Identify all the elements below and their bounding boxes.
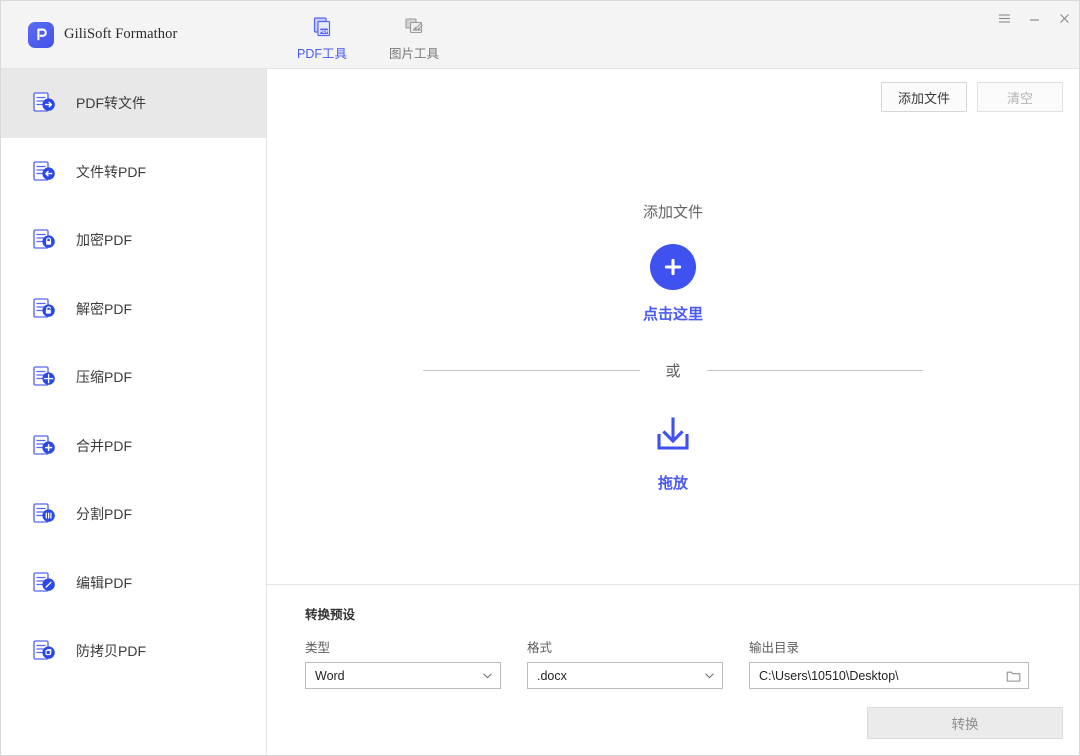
encrypt-pdf-icon	[29, 225, 59, 255]
type-label: 类型	[305, 637, 501, 656]
merge-pdf-icon	[29, 431, 59, 461]
minimize-button[interactable]	[1019, 1, 1049, 35]
pdf-tools-icon: PDF	[310, 14, 334, 40]
sidebar-item-label: 防拷贝PDF	[76, 641, 146, 661]
sidebar-item-anti-copy-pdf[interactable]: 防拷贝PDF	[1, 617, 266, 686]
menu-button[interactable]	[989, 1, 1019, 35]
sidebar-item-file-to-pdf[interactable]: 文件转PDF	[1, 138, 266, 207]
format-label: 格式	[527, 637, 723, 656]
tab-image-tools-label: 图片工具	[389, 43, 439, 62]
main-toolbar: 添加文件 清空	[267, 69, 1079, 125]
anti-copy-pdf-icon	[29, 636, 59, 666]
file-to-pdf-icon	[29, 157, 59, 187]
tab-bar: PDF PDF工具 图片工具	[289, 4, 447, 66]
divider-left	[423, 370, 640, 371]
sidebar-item-compress-pdf[interactable]: 压缩PDF	[1, 343, 266, 412]
sidebar-item-label: 分割PDF	[76, 504, 132, 524]
folder-icon[interactable]	[1006, 669, 1021, 683]
p-logo-icon	[28, 22, 54, 48]
file-drop-zone[interactable]: 添加文件 点击这里 或	[267, 125, 1079, 584]
output-dir-field: 输出目录 C:\Users\10510\Desktop\	[749, 637, 1029, 689]
format-field: 格式 .docx	[527, 637, 723, 689]
sidebar-item-label: 解密PDF	[76, 299, 132, 319]
format-select[interactable]: .docx	[527, 662, 723, 689]
type-field: 类型 Word	[305, 637, 501, 689]
decrypt-pdf-icon	[29, 294, 59, 324]
click-here-label[interactable]: 点击这里	[643, 303, 703, 324]
sidebar-item-label: 合并PDF	[76, 436, 132, 456]
sidebar: PDF转文件 文件转PDF	[1, 69, 267, 755]
settings-fields: 类型 Word 格式 .docx	[305, 637, 1079, 689]
clear-button[interactable]: 清空	[977, 82, 1063, 112]
tab-pdf-tools-label: PDF工具	[297, 43, 347, 62]
drop-label: 拖放	[658, 472, 688, 493]
app-window: GiliSoft Formathor PDF PDF工具	[0, 0, 1080, 756]
sidebar-item-decrypt-pdf[interactable]: 解密PDF	[1, 275, 266, 344]
convert-button[interactable]: 转换	[867, 707, 1063, 739]
sidebar-item-label: 文件转PDF	[76, 162, 146, 182]
split-pdf-icon	[29, 499, 59, 529]
app-title: GiliSoft Formathor	[64, 26, 177, 43]
plus-circle-icon[interactable]	[650, 244, 696, 290]
pdf-to-file-icon	[29, 88, 59, 118]
image-tools-icon	[402, 14, 426, 40]
convert-row: 转换	[305, 689, 1079, 755]
edit-pdf-icon	[29, 568, 59, 598]
output-dir-input[interactable]: C:\Users\10510\Desktop\	[749, 662, 1029, 689]
body: PDF转文件 文件转PDF	[1, 69, 1079, 755]
chevron-down-icon	[704, 670, 715, 681]
window-controls	[989, 1, 1079, 35]
output-dir-value: C:\Users\10510\Desktop\	[759, 669, 1006, 683]
main-panel: 添加文件 清空 添加文件 点击这里 或	[267, 69, 1079, 755]
drop-zone-title: 添加文件	[643, 201, 703, 222]
tab-image-tools[interactable]: 图片工具	[381, 12, 447, 66]
type-value: Word	[315, 669, 482, 683]
tab-pdf-tools[interactable]: PDF PDF工具	[289, 12, 355, 66]
brand: GiliSoft Formathor	[1, 1, 267, 68]
divider-right	[707, 370, 924, 371]
sidebar-item-label: 加密PDF	[76, 230, 132, 250]
sidebar-item-label: 编辑PDF	[76, 573, 132, 593]
sidebar-item-encrypt-pdf[interactable]: 加密PDF	[1, 206, 266, 275]
format-value: .docx	[537, 669, 704, 683]
type-select[interactable]: Word	[305, 662, 501, 689]
sidebar-item-label: 压缩PDF	[76, 367, 132, 387]
settings-title: 转换预设	[305, 604, 1079, 623]
title-bar: GiliSoft Formathor PDF PDF工具	[1, 1, 1079, 69]
or-separator: 或	[423, 360, 923, 381]
compress-pdf-icon	[29, 362, 59, 392]
sidebar-item-edit-pdf[interactable]: 编辑PDF	[1, 549, 266, 618]
chevron-down-icon	[482, 670, 493, 681]
output-dir-label: 输出目录	[749, 637, 1029, 656]
conversion-settings: 转换预设 类型 Word 格式 .	[267, 584, 1079, 755]
add-file-button[interactable]: 添加文件	[881, 82, 967, 112]
sidebar-item-split-pdf[interactable]: 分割PDF	[1, 480, 266, 549]
or-label: 或	[640, 360, 707, 381]
sidebar-item-merge-pdf[interactable]: 合并PDF	[1, 412, 266, 481]
close-button[interactable]	[1049, 1, 1079, 35]
sidebar-item-label: PDF转文件	[76, 93, 146, 113]
sidebar-item-pdf-to-file[interactable]: PDF转文件	[1, 69, 266, 138]
download-tray-icon[interactable]	[652, 415, 694, 460]
svg-text:PDF: PDF	[320, 28, 329, 33]
